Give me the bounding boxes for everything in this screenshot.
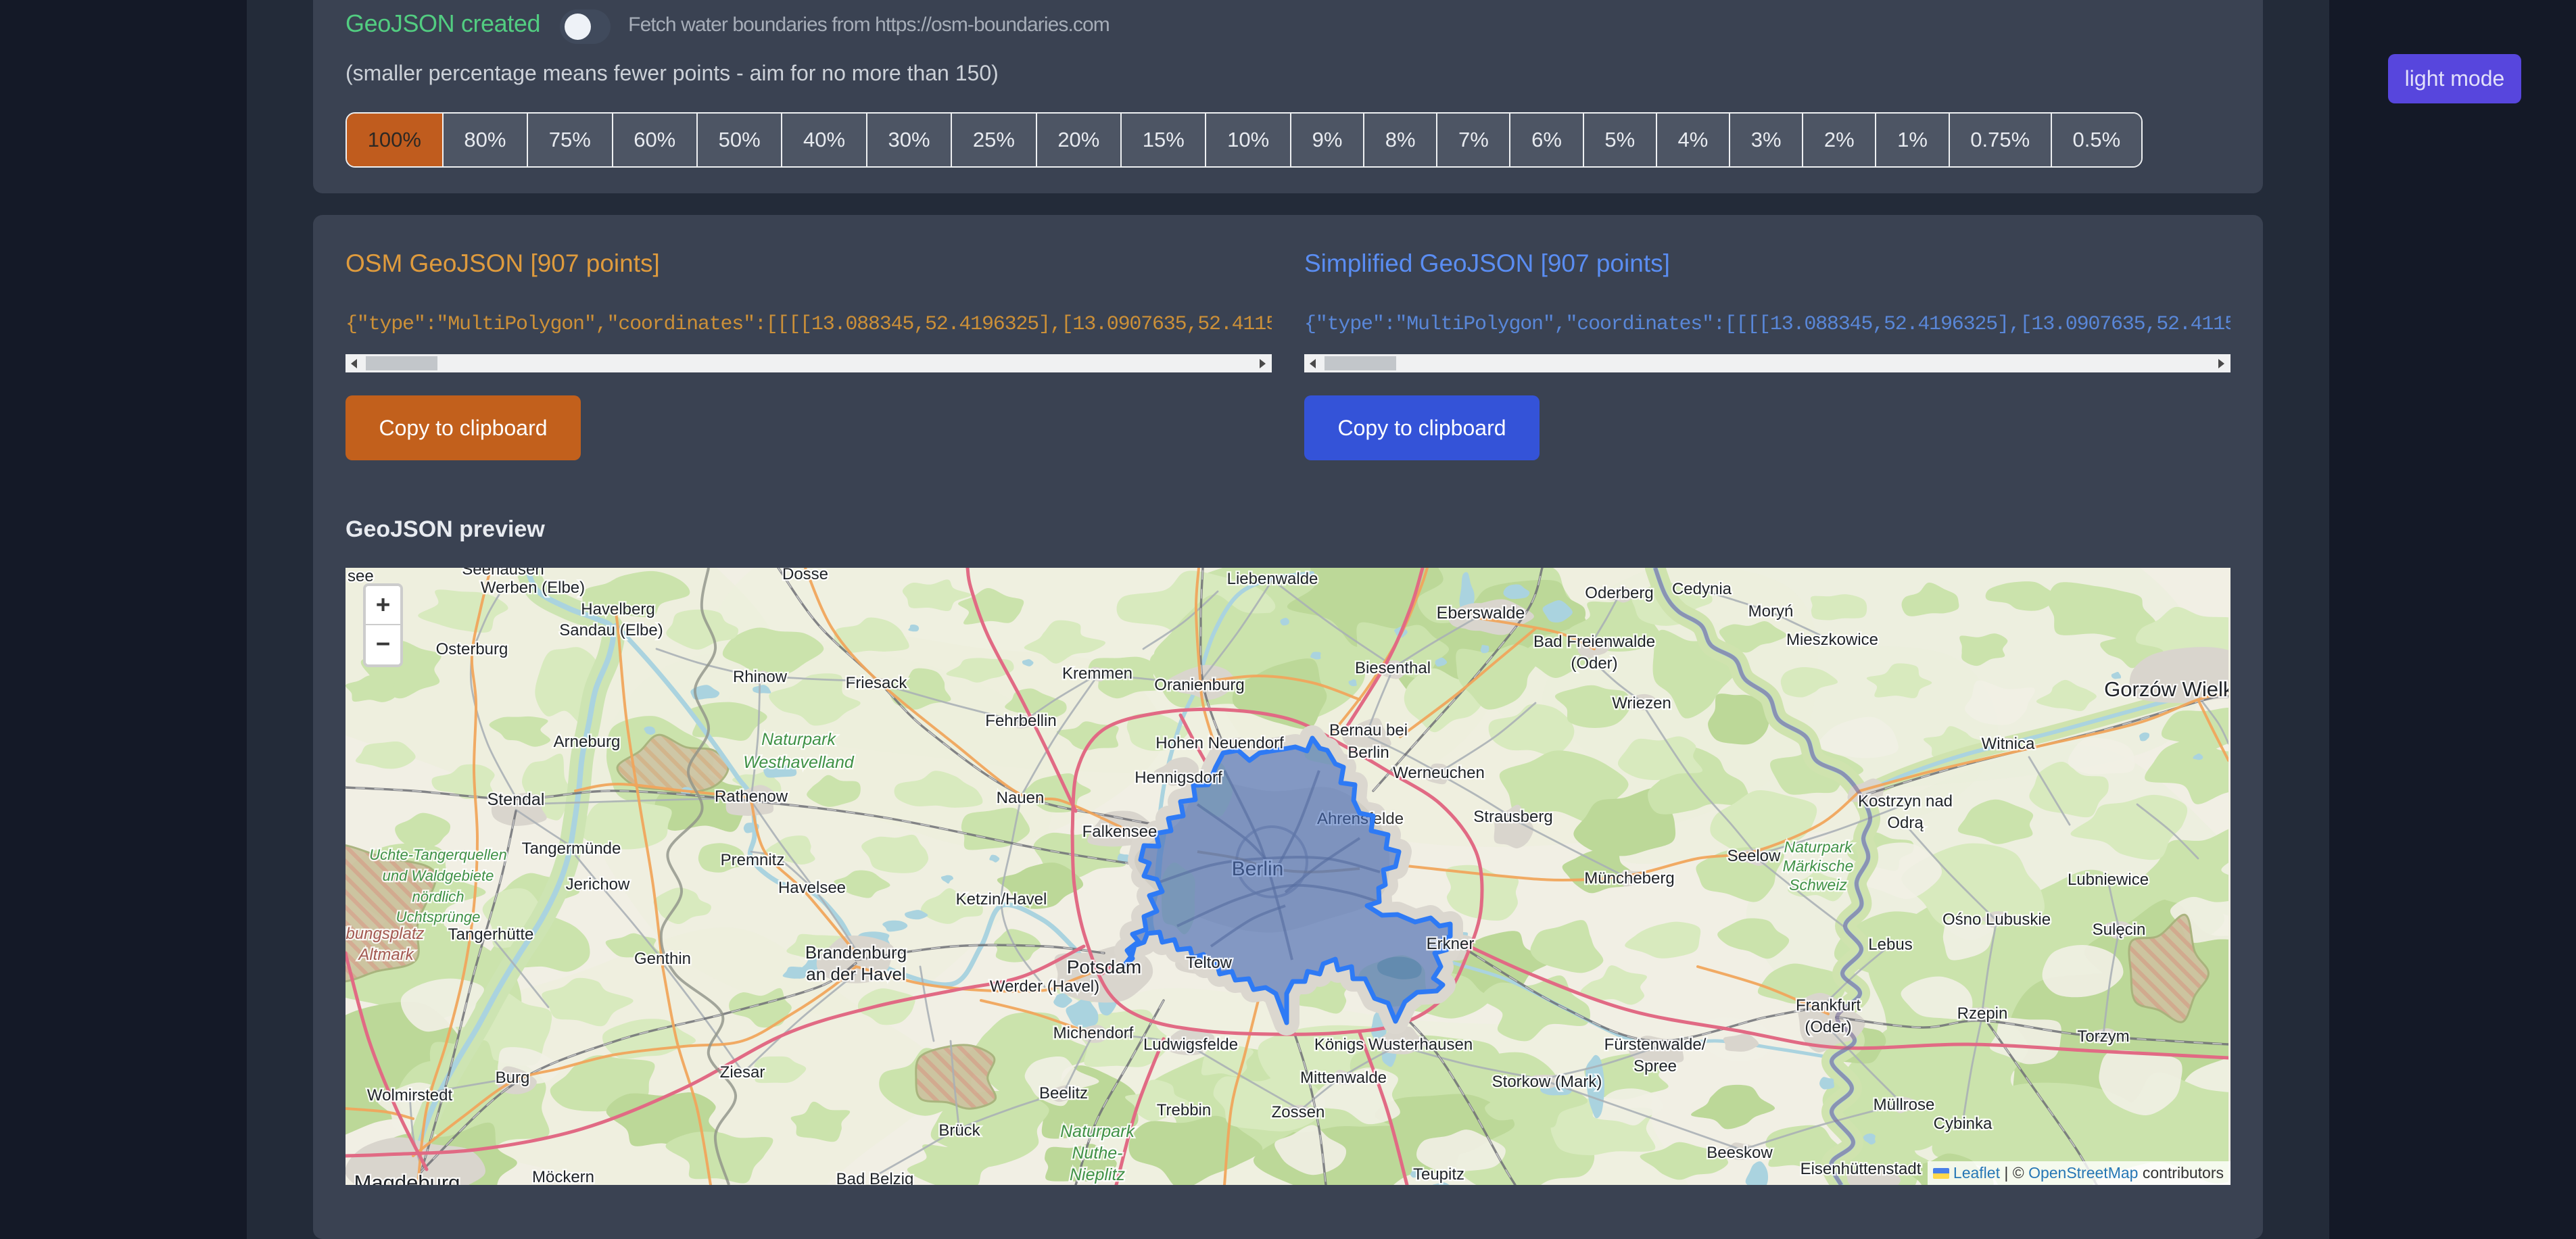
svg-text:Lubniewice: Lubniewice	[2068, 871, 2149, 889]
svg-text:Dosse: Dosse	[782, 568, 828, 583]
svg-text:Möckern: Möckern	[532, 1168, 594, 1185]
svg-text:(Oder): (Oder)	[1571, 654, 1617, 673]
svg-text:Witnica: Witnica	[1982, 735, 2035, 753]
svg-text:Schweiz: Schweiz	[1789, 876, 1847, 894]
svg-text:Mieszkowice: Mieszkowice	[1786, 631, 1878, 649]
svg-text:Kostrzyn nad: Kostrzyn nad	[1858, 792, 1953, 810]
svg-text:Berlin: Berlin	[1347, 744, 1389, 762]
svg-text:Jerichow: Jerichow	[566, 875, 630, 894]
svg-text:Hennigsdorf: Hennigsdorf	[1135, 769, 1222, 787]
svg-text:und Waldgebiete: und Waldgebiete	[383, 867, 494, 884]
svg-text:Magdeburg: Magdeburg	[354, 1171, 460, 1185]
svg-text:Eberswalde: Eberswalde	[1437, 604, 1525, 623]
svg-text:Potsdam: Potsdam	[1067, 956, 1142, 977]
svg-text:Wolmirstedt: Wolmirstedt	[367, 1086, 453, 1104]
svg-text:Teltow: Teltow	[1186, 954, 1233, 972]
svg-text:Kremmen: Kremmen	[1062, 664, 1132, 683]
svg-text:Spree: Spree	[1633, 1057, 1677, 1075]
svg-text:Rathenow: Rathenow	[715, 787, 788, 806]
svg-text:Cybinka: Cybinka	[1934, 1115, 1993, 1133]
svg-text:Ketzin/Havel: Ketzin/Havel	[956, 890, 1047, 908]
svg-text:Zossen: Zossen	[1272, 1103, 1325, 1121]
svg-text:Genthin: Genthin	[634, 950, 691, 968]
svg-text:Premnitz: Premnitz	[721, 851, 785, 869]
svg-text:Märkische: Märkische	[1783, 857, 1854, 875]
svg-text:Oderberg: Oderberg	[1585, 584, 1653, 602]
svg-text:(Oder): (Oder)	[1805, 1018, 1851, 1036]
svg-text:Altmark: Altmark	[357, 946, 414, 964]
svg-text:Ziesar: Ziesar	[720, 1063, 765, 1082]
svg-text:Beeskow: Beeskow	[1707, 1144, 1773, 1162]
svg-text:Bad Freienwalde: Bad Freienwalde	[1533, 633, 1655, 651]
svg-text:Müllrose: Müllrose	[1874, 1096, 1935, 1114]
svg-text:Müncheberg: Müncheberg	[1584, 869, 1674, 888]
svg-text:Biesenthal: Biesenthal	[1355, 659, 1431, 677]
svg-text:Trebbin: Trebbin	[1157, 1101, 1211, 1119]
svg-text:Sandau (Elbe): Sandau (Elbe)	[559, 621, 663, 639]
svg-text:Moryń: Moryń	[1748, 602, 1794, 621]
svg-text:nördlich: nördlich	[412, 888, 464, 905]
svg-text:Osterburg: Osterburg	[436, 640, 508, 658]
svg-text:Fürstenwalde/: Fürstenwalde/	[1604, 1036, 1707, 1054]
svg-text:Lebus: Lebus	[1868, 936, 1912, 954]
svg-text:Königs Wusterhausen: Königs Wusterhausen	[1314, 1036, 1473, 1054]
svg-text:Storkow (Mark): Storkow (Mark)	[1492, 1073, 1602, 1091]
svg-text:Ludwigsfelde: Ludwigsfelde	[1143, 1036, 1238, 1054]
svg-text:Gorzów Wielkopolski: Gorzów Wielkopolski	[2104, 677, 2228, 701]
svg-text:Sulęcin: Sulęcin	[2093, 921, 2146, 939]
svg-text:Westhavelland: Westhavelland	[743, 753, 855, 772]
svg-text:Rhinow: Rhinow	[733, 668, 788, 686]
svg-text:Falkensee: Falkensee	[1082, 823, 1158, 841]
svg-text:Cedynia: Cedynia	[1672, 580, 1732, 598]
svg-text:Bad Belzig: Bad Belzig	[836, 1170, 914, 1185]
svg-text:Werder (Havel): Werder (Havel)	[990, 977, 1099, 996]
svg-text:Nieplitz: Nieplitz	[1070, 1165, 1125, 1184]
svg-text:Burg: Burg	[496, 1069, 530, 1087]
svg-text:Friesack: Friesack	[846, 674, 908, 692]
svg-text:Naturpark: Naturpark	[761, 730, 836, 749]
svg-text:Seehausen: Seehausen	[462, 568, 544, 579]
svg-text:Strausberg: Strausberg	[1473, 808, 1552, 826]
svg-text:Werneuchen: Werneuchen	[1393, 764, 1485, 782]
svg-text:Brandenburg: Brandenburg	[805, 942, 907, 963]
svg-text:Nuthe-: Nuthe-	[1072, 1144, 1122, 1163]
svg-text:Hohen Neuendorf: Hohen Neuendorf	[1155, 734, 1284, 752]
svg-text:Bernau bei: Bernau bei	[1329, 721, 1408, 739]
svg-text:Havelberg: Havelberg	[581, 600, 654, 618]
svg-text:Mittenwalde: Mittenwalde	[1300, 1069, 1387, 1087]
svg-text:Havelsee: Havelsee	[778, 879, 846, 897]
svg-text:Truppenübungsplatz: Truppenübungsplatz	[345, 925, 425, 943]
svg-text:Seelow: Seelow	[1727, 847, 1781, 865]
svg-text:Tangermünde: Tangermünde	[522, 840, 621, 858]
svg-text:Teupitz: Teupitz	[1413, 1165, 1464, 1184]
svg-text:Ośno Lubuskie: Ośno Lubuskie	[1942, 910, 2051, 929]
svg-text:Oranienburg: Oranienburg	[1154, 676, 1244, 694]
svg-text:Wriezen: Wriezen	[1612, 694, 1671, 712]
svg-text:Liebenwalde: Liebenwalde	[1227, 570, 1318, 588]
svg-text:an der Havel: an der Havel	[806, 964, 905, 984]
svg-text:Arneburg: Arneburg	[554, 733, 621, 751]
svg-text:Naturpark: Naturpark	[1060, 1122, 1135, 1141]
svg-text:Naturpark: Naturpark	[1784, 838, 1853, 856]
svg-text:Nauen: Nauen	[997, 789, 1045, 807]
svg-text:Werben (Elbe): Werben (Elbe)	[481, 579, 585, 597]
svg-text:Rzepin: Rzepin	[1957, 1004, 2008, 1023]
svg-text:Tangerhütte: Tangerhütte	[448, 925, 534, 944]
svg-text:Odrą: Odrą	[1887, 814, 1924, 832]
svg-text:Erkner: Erkner	[1427, 935, 1475, 953]
svg-text:Michendorf: Michendorf	[1053, 1024, 1134, 1042]
svg-text:Beelitz: Beelitz	[1039, 1084, 1088, 1102]
svg-text:Uchtsprünge: Uchtsprünge	[396, 908, 481, 925]
svg-text:Stendal: Stendal	[487, 790, 545, 809]
svg-text:Brück: Brück	[938, 1121, 980, 1140]
svg-text:Eisenhüttenstadt: Eisenhüttenstadt	[1800, 1160, 1922, 1178]
svg-text:Fehrbellin: Fehrbellin	[985, 712, 1056, 730]
svg-text:Torzym: Torzym	[2077, 1027, 2129, 1046]
svg-text:Uchte-Tangerquellen: Uchte-Tangerquellen	[369, 846, 506, 863]
svg-text:Frankfurt: Frankfurt	[1796, 996, 1861, 1015]
